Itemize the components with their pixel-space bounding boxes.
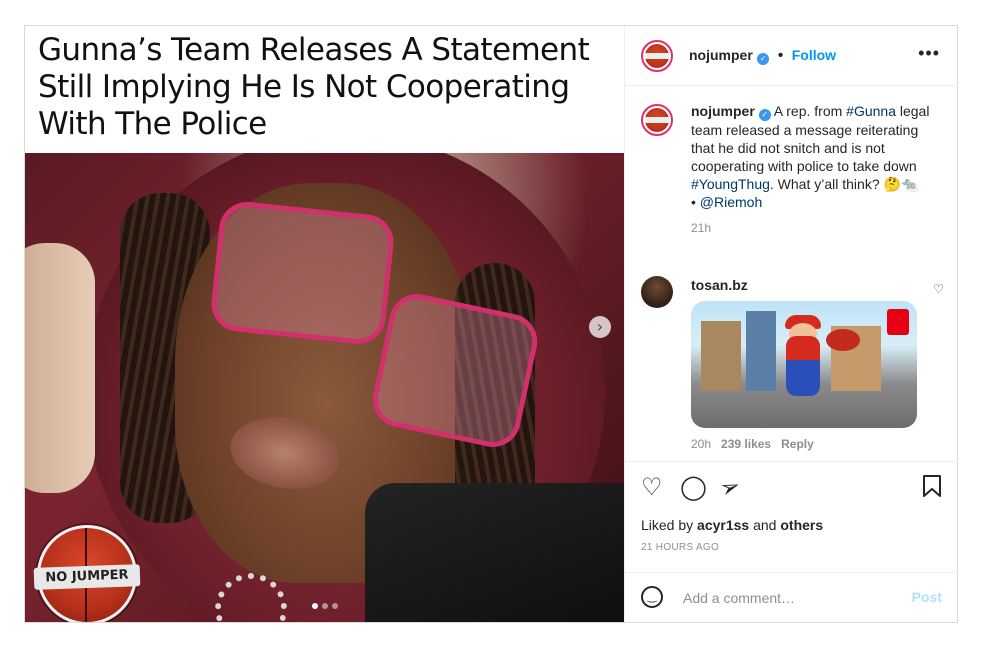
- divider: [625, 572, 958, 573]
- gif-building: [746, 311, 776, 391]
- post-headline: Gunna’s Team Releases A Statement Still …: [38, 32, 590, 142]
- comment-gif: [691, 301, 917, 428]
- liked-user[interactable]: acyr1ss: [697, 517, 749, 533]
- logo-text: NO JUMPER: [33, 564, 141, 590]
- post-header: nojumper ✓ • Follow •••: [625, 26, 958, 86]
- hashtag-youngthug[interactable]: #YoungThug: [691, 176, 770, 192]
- post-panel: nojumper ✓ • Follow ••• nojumper ✓ A rep…: [624, 26, 958, 622]
- no-jumper-logo: NO JUMPER: [33, 525, 141, 622]
- header-line: nojumper ✓ • Follow: [689, 47, 836, 65]
- carousel-dots: [312, 603, 338, 609]
- jacket: [365, 483, 624, 622]
- chevron-right-icon[interactable]: ›: [589, 316, 611, 338]
- header-separator: •: [777, 47, 784, 64]
- comment-like-heart-icon[interactable]: ♡: [933, 282, 944, 296]
- verified-badge-icon: ✓: [757, 53, 770, 65]
- carousel-dot: [312, 603, 318, 609]
- switch-logo-icon: [887, 309, 909, 335]
- comment-meta: 20h 239 likes Reply: [691, 437, 814, 451]
- comment-time: 20h: [691, 437, 712, 451]
- add-comment-input[interactable]: [681, 585, 905, 611]
- comment-icon[interactable]: ◯: [680, 475, 707, 499]
- avatar-image: [645, 108, 669, 132]
- author-avatar[interactable]: [641, 40, 673, 72]
- post-caption: nojumper ✓ A rep. from #Gunna legal team…: [691, 102, 941, 237]
- carousel-dot: [322, 603, 328, 609]
- avatar-tag: [645, 53, 669, 59]
- verified-badge-icon: ✓: [758, 109, 771, 121]
- follow-button[interactable]: Follow: [792, 47, 836, 63]
- avatar-image: [645, 44, 669, 68]
- liked-and: and: [749, 517, 781, 533]
- avatar-tag: [645, 117, 669, 123]
- bookmark-svg: [923, 475, 941, 497]
- liked-prefix: Liked by: [641, 517, 698, 533]
- send-icon[interactable]: ➢: [716, 470, 744, 503]
- commenter-avatar[interactable]: [641, 276, 673, 308]
- author-username[interactable]: nojumper: [689, 47, 753, 63]
- more-options-icon[interactable]: •••: [918, 43, 940, 64]
- gif-building: [701, 321, 741, 391]
- caption-text-1: A rep. from: [773, 103, 847, 119]
- liked-others[interactable]: others: [780, 517, 823, 533]
- caption-time: 21h: [691, 221, 712, 235]
- credit-prefix: •: [691, 194, 700, 210]
- liked-by-line: Liked by acyr1ss and others: [641, 517, 823, 533]
- bookmark-icon[interactable]: [922, 475, 942, 501]
- commenter-username[interactable]: tosan.bz: [691, 277, 748, 293]
- gif-cap: [826, 329, 860, 351]
- post-comment-button[interactable]: Post: [912, 589, 942, 605]
- carousel-dot: [332, 603, 338, 609]
- post-photo: NO JUMPER: [25, 153, 624, 622]
- heart-icon[interactable]: ♡: [641, 475, 663, 499]
- comment-reply-button[interactable]: Reply: [781, 437, 814, 451]
- mention-riemoh[interactable]: @Riemoh: [700, 194, 762, 210]
- caption-avatar[interactable]: [641, 104, 673, 136]
- post-media[interactable]: Gunna’s Team Releases A Statement Still …: [25, 26, 624, 622]
- caption-username[interactable]: nojumper: [691, 103, 755, 119]
- post-card: Gunna’s Team Releases A Statement Still …: [24, 25, 958, 623]
- post-timestamp[interactable]: 21 HOURS AGO: [641, 542, 719, 553]
- divider: [625, 461, 958, 462]
- hashtag-gunna[interactable]: #Gunna: [846, 103, 896, 119]
- gif-character-body: [786, 336, 820, 396]
- hand: [25, 243, 95, 493]
- caption-text-3: . What y’all think? 🤔🐀: [769, 176, 919, 192]
- glasses-lens-left: [208, 199, 397, 347]
- emoji-icon[interactable]: ‿: [641, 586, 663, 608]
- comment-likes[interactable]: 239 likes: [721, 437, 771, 451]
